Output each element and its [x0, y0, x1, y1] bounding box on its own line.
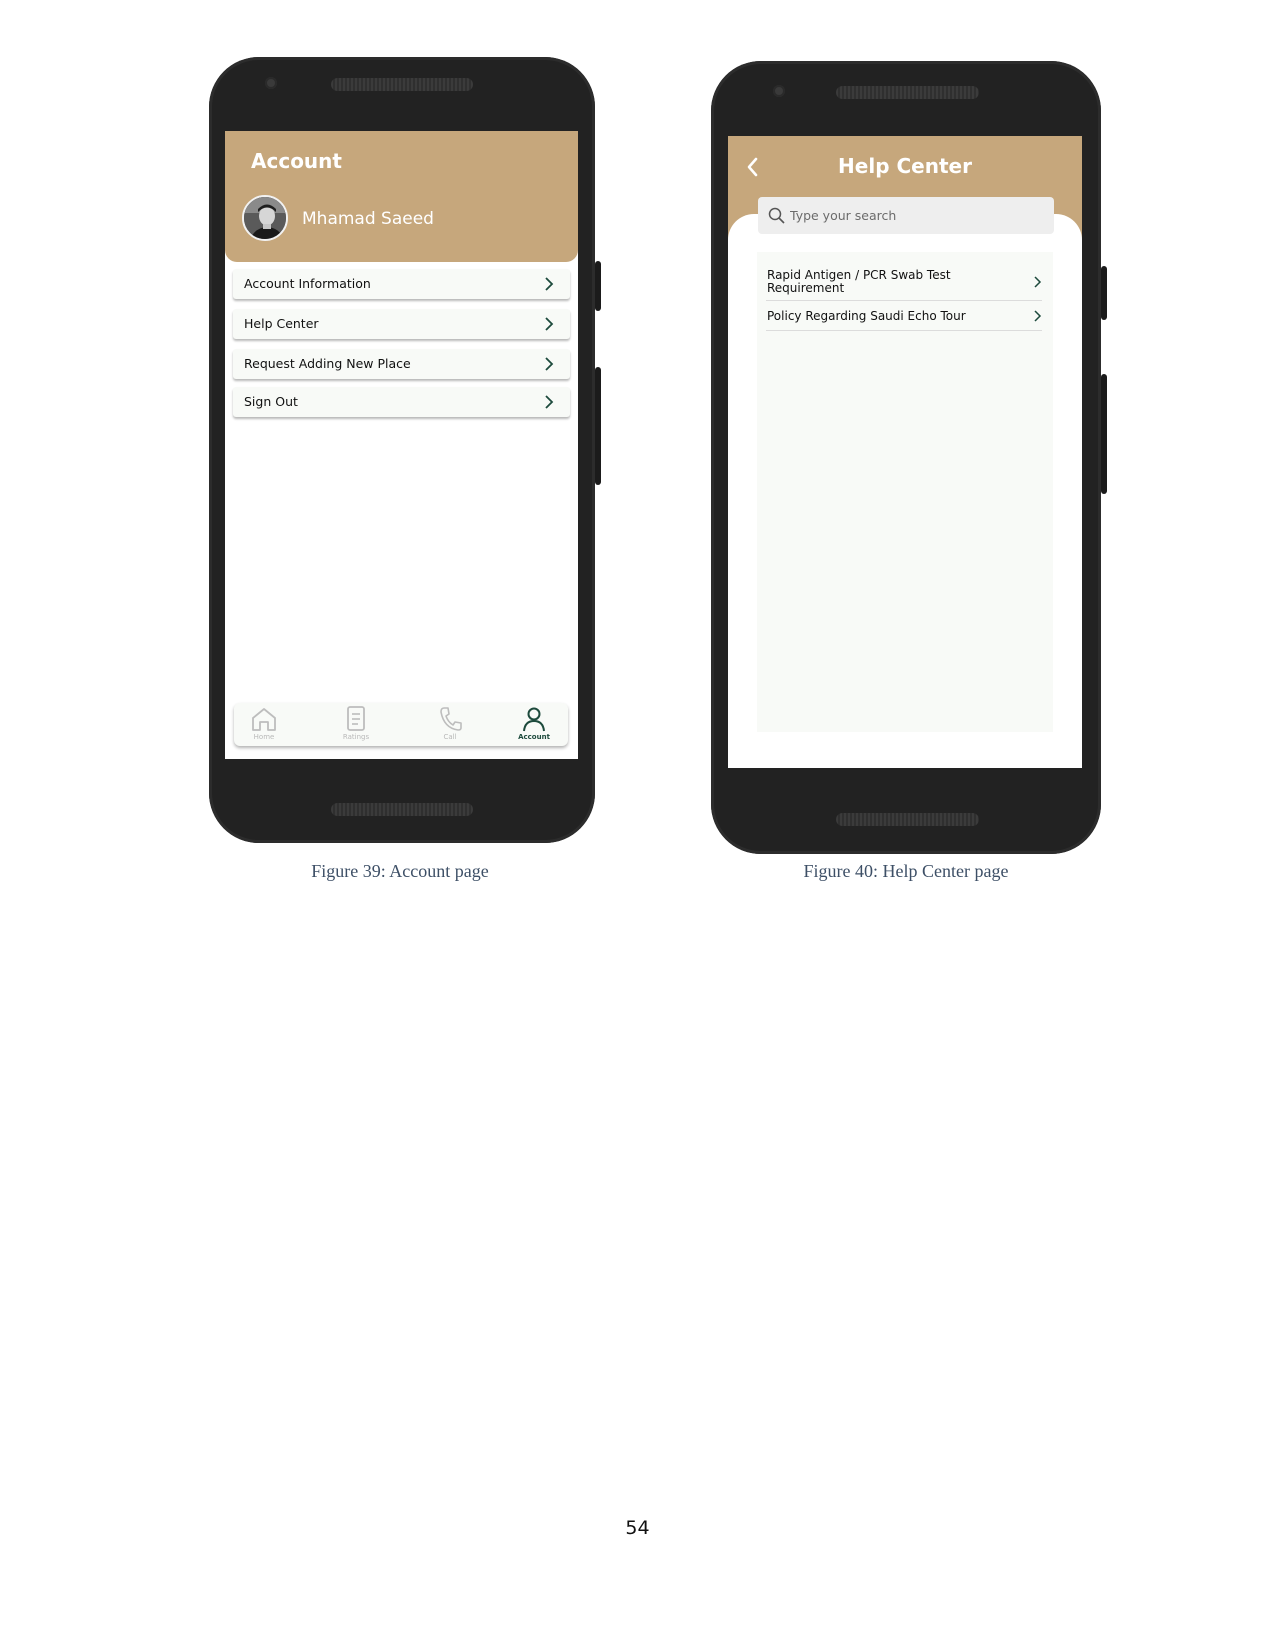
tab-account[interactable]: Account — [504, 706, 564, 746]
tab-label: Account — [518, 733, 550, 741]
account-screen: Account Mhamad Saeed Account Information… — [225, 131, 578, 759]
volume-button — [595, 367, 601, 485]
power-button — [1101, 266, 1107, 320]
page-number: 54 — [625, 1517, 650, 1539]
help-topic-label-line2: Requirement — [767, 281, 845, 295]
help-topic-label: Policy Regarding Saudi Echo Tour — [767, 309, 966, 323]
menu-item-label: Help Center — [244, 316, 319, 331]
page-title: Help Center — [838, 154, 972, 178]
account-header: Account Mhamad Saeed — [225, 131, 578, 262]
menu-item-account-information[interactable]: Account Information — [233, 269, 570, 299]
avatar[interactable] — [242, 195, 288, 241]
front-camera — [773, 85, 785, 97]
earpiece-speaker — [331, 78, 473, 91]
bottom-speaker — [836, 813, 979, 826]
help-topics-list: Rapid Antigen / PCR Swab Test Requiremen… — [757, 252, 1053, 732]
chevron-right-icon — [1034, 276, 1042, 288]
chevron-right-icon — [545, 277, 554, 291]
power-button — [595, 261, 601, 311]
help-center-phone-mockup: Help Center Rapid Antigen / PCR Swab Tes… — [711, 61, 1107, 854]
figure-caption-help-center: Figure 40: Help Center page — [803, 861, 1009, 881]
figure-caption-account: Figure 39: Account page — [311, 861, 489, 881]
bottom-speaker — [331, 803, 473, 816]
account-icon — [523, 707, 545, 732]
menu-item-help-center[interactable]: Help Center — [233, 309, 570, 339]
menu-item-label: Sign Out — [244, 394, 298, 409]
search-icon — [768, 207, 785, 224]
tab-ratings[interactable]: Ratings — [326, 706, 386, 746]
page-title: Account — [251, 149, 342, 173]
tab-label: Call — [443, 733, 457, 741]
chevron-right-icon — [545, 357, 554, 371]
menu-item-request-adding-new-place[interactable]: Request Adding New Place — [233, 349, 570, 379]
bottom-tab-bar: Home Ratings Call Account — [234, 703, 568, 746]
volume-button — [1101, 374, 1107, 494]
menu-item-sign-out[interactable]: Sign Out — [233, 387, 570, 417]
help-topic-label: Rapid Antigen / PCR Swab Test — [767, 268, 951, 282]
help-center-screen: Help Center Rapid Antigen / PCR Swab Tes… — [728, 136, 1082, 768]
call-icon — [440, 707, 462, 731]
tab-label: Home — [253, 733, 275, 741]
chevron-right-icon — [545, 395, 554, 409]
chevron-right-icon — [1034, 310, 1042, 322]
home-icon — [252, 708, 276, 731]
tab-call[interactable]: Call — [420, 706, 480, 746]
search-bar[interactable] — [758, 197, 1054, 234]
help-topic-rapid-antigen[interactable]: Rapid Antigen / PCR Swab Test Requiremen… — [766, 266, 1042, 301]
menu-item-label: Request Adding New Place — [244, 356, 411, 371]
tab-label: Ratings — [342, 733, 370, 741]
chevron-right-icon — [545, 317, 554, 331]
account-phone-mockup: Account Mhamad Saeed Account Information… — [209, 57, 601, 843]
search-input[interactable] — [790, 205, 1040, 225]
user-name: Mhamad Saeed — [302, 209, 434, 229]
front-camera — [265, 77, 277, 89]
earpiece-speaker — [836, 86, 979, 99]
help-topic-policy-saudi-echo-tour[interactable]: Policy Regarding Saudi Echo Tour — [766, 302, 1042, 331]
ratings-icon — [347, 706, 365, 731]
tab-home[interactable]: Home — [234, 706, 294, 746]
menu-item-label: Account Information — [244, 276, 371, 291]
